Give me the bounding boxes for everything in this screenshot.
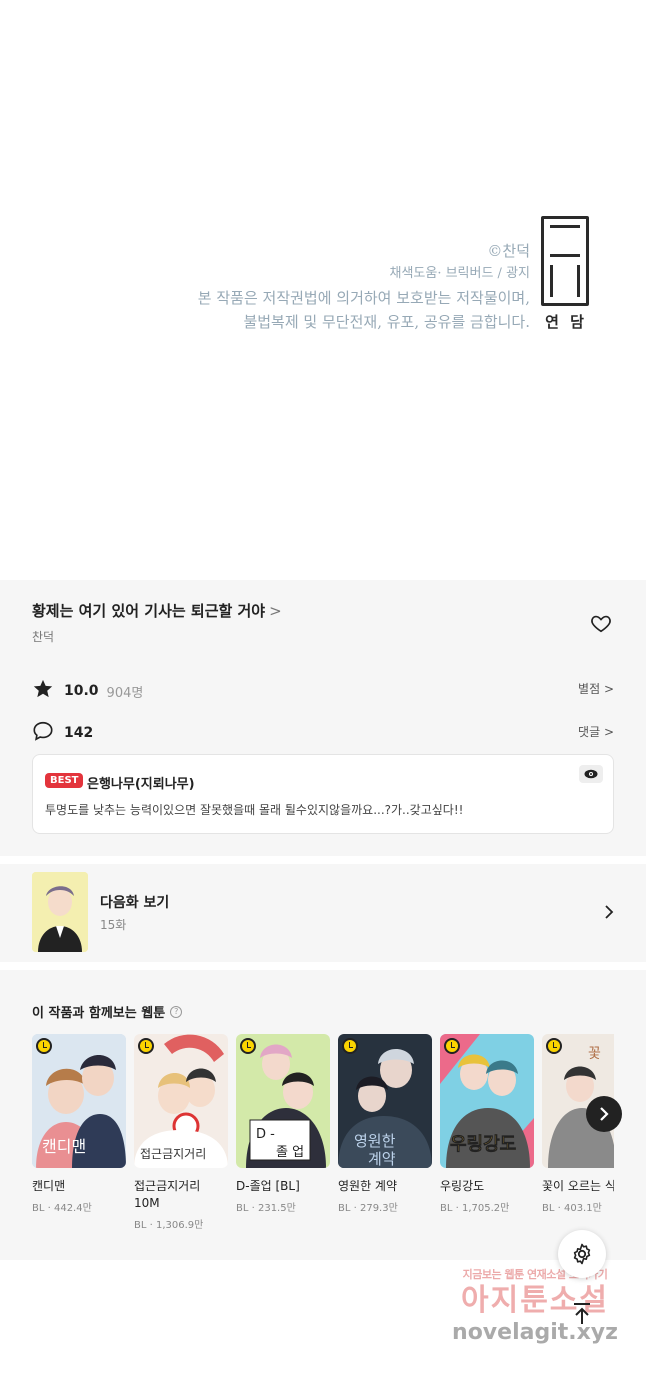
recommendations-section: 이 작품과 함께보는 웹툰 ? 캔디맨 캔디맨 BL · 442.4만 접근금지… [0,970,646,1260]
svg-text:계약: 계약 [368,1150,396,1168]
next-episode-row[interactable]: 다음화 보기 15화 [0,864,646,962]
svg-text:졸 업: 졸 업 [276,1145,304,1160]
rec-stat: BL · 403.1만 [542,1203,602,1214]
rating-count: 904명 [106,685,144,701]
svg-text:우링강도: 우링강도 [450,1134,516,1155]
rec-title: 접근금지거리 10M [134,1179,201,1210]
rate-link[interactable]: 별점 > [578,680,614,697]
scroll-right-button[interactable] [586,1096,622,1132]
work-info-panel: 황제는 여기 있어 기사는 퇴근할 거야 > 찬덕 10.0 904명 별점 > … [0,580,646,856]
recommendations-title: 이 작품과 함께보는 웹툰 [32,1006,166,1021]
rec-cover: 우링강도 [440,1034,534,1168]
rec-cover: 영원한 계약 [338,1034,432,1168]
best-comment-text: 투명도를 낮추는 능력이있으면 잘못했을때 몰래 튈수있지않을까요...?가..… [45,803,464,817]
heart-icon[interactable] [590,612,612,634]
recommendations-list: 캔디맨 캔디맨 BL · 442.4만 접근금지거리 접근금지거리 10M BL… [32,1034,614,1244]
best-comment-card[interactable]: BEST 은행나무(지뢰나무) 투명도를 낮추는 능력이있으면 잘못했을때 몰래… [32,754,614,834]
rec-stat: BL · 1,705.2만 [440,1203,510,1214]
svg-text:꽃: 꽃 [588,1046,601,1062]
staff-text: 채색도움· 브릭버드 / 광지 [389,266,530,281]
credit-text-block: ©찬덕 채색도움· 브릭버드 / 광지 본 작품은 저작권법에 의거하여 보호받… [198,240,530,334]
rec-stat: BL · 1,306.9만 [134,1220,204,1231]
rating-score: 10.0 [64,683,99,699]
svg-text:D -: D - [256,1127,275,1142]
next-episode-title: 다음화 보기 [100,895,170,911]
rec-item[interactable]: 캔디맨 캔디맨 BL · 442.4만 [32,1034,126,1214]
rec-cover: 캔디맨 [32,1034,126,1168]
best-badge: BEST [45,773,84,788]
clock-icon [444,1038,460,1054]
rec-item[interactable]: D -졸 업 D-졸업 [BL] BL · 231.5만 [236,1034,330,1214]
recommendations-header: 이 작품과 함께보는 웹툰 ? [32,1002,183,1021]
studio-logo [541,216,589,306]
star-icon [32,678,54,704]
work-title: 황제는 여기 있어 기사는 퇴근할 거야 [32,602,266,620]
copyright-text: ©찬덕 [487,242,530,260]
clock-icon [342,1038,358,1054]
rec-item[interactable]: 우링강도 우링강도 BL · 1,705.2만 [440,1034,534,1214]
comment-icon [32,720,54,746]
chevron-right-icon: > [269,602,282,620]
clock-icon [240,1038,256,1054]
rec-item[interactable]: 영원한 계약 영원한 계약 BL · 279.3만 [338,1034,432,1214]
watermark-bottom: novelagit.xyz [452,1320,618,1345]
eye-icon[interactable] [579,765,603,783]
chevron-right-icon [600,1107,609,1121]
rating-row: 10.0 904명 [32,678,143,704]
rec-stat: BL · 231.5만 [236,1203,296,1214]
next-episode-thumbnail [32,872,88,952]
credits-section: ©찬덕 채색도움· 브릭버드 / 광지 본 작품은 저작권법에 의거하여 보호받… [0,0,646,580]
viewer-page: ©찬덕 채색도움· 브릭버드 / 광지 본 작품은 저작권법에 의거하여 보호받… [0,0,646,1375]
settings-button[interactable] [558,1230,606,1278]
arrow-up-icon [574,1303,590,1324]
next-episode-number: 15화 [100,918,127,932]
rec-title: 영원한 계약 [338,1179,398,1193]
comment-count: 142 [64,725,94,741]
clock-icon [36,1038,52,1054]
watermark: 지금보는 웹툰 연재소설 보러가기 아지툰소설 novelagit.xyz [440,1266,630,1366]
author-name[interactable]: 찬덕 [32,628,54,645]
watermark-top: 지금보는 웹툰 연재소설 보러가기 [462,1268,608,1281]
clock-icon [546,1038,562,1054]
copyright-notice-line1: 본 작품은 저작권법에 의거하여 보호받는 저작물이며, [197,289,530,307]
watermark-mid: 아지툰소설 [461,1283,609,1318]
comment-link[interactable]: 댓글 > [578,723,614,740]
copyright-notice-line2: 불법복제 및 무단전재, 유포, 공유를 금합니다. [243,313,530,331]
gear-icon [573,1243,591,1265]
rec-stat: BL · 279.3만 [338,1203,398,1214]
scroll-top-button[interactable] [568,1300,596,1328]
rec-title: 우링강도 [440,1179,485,1193]
studio-name: 연 담 [545,313,587,331]
rec-stat: BL · 442.4만 [32,1203,92,1214]
studio-logo-mark-top [550,225,580,257]
svg-text:영원한: 영원한 [354,1132,396,1150]
help-icon[interactable]: ? [170,1005,183,1018]
rec-title: D-졸업 [BL] [236,1179,300,1193]
rec-cover: 접근금지거리 [134,1034,228,1168]
rec-item[interactable]: 접근금지거리 접근금지거리 10M BL · 1,306.9만 [134,1034,228,1231]
rec-title: 꽃이 오르는 식 [542,1179,614,1193]
chevron-right-icon [604,904,614,924]
clock-icon [138,1038,154,1054]
studio-logo-mark-bottom [550,265,580,297]
rec-title: 캔디맨 [32,1179,66,1193]
work-title-link[interactable]: 황제는 여기 있어 기사는 퇴근할 거야 > [32,600,282,621]
rec-cover: D -졸 업 [236,1034,330,1168]
best-comment-user: 은행나무(지뢰나무) [87,777,195,792]
svg-text:접근금지거리: 접근금지거리 [140,1147,206,1161]
comment-row[interactable]: 142 [32,720,93,746]
svg-text:캔디맨: 캔디맨 [42,1137,86,1156]
